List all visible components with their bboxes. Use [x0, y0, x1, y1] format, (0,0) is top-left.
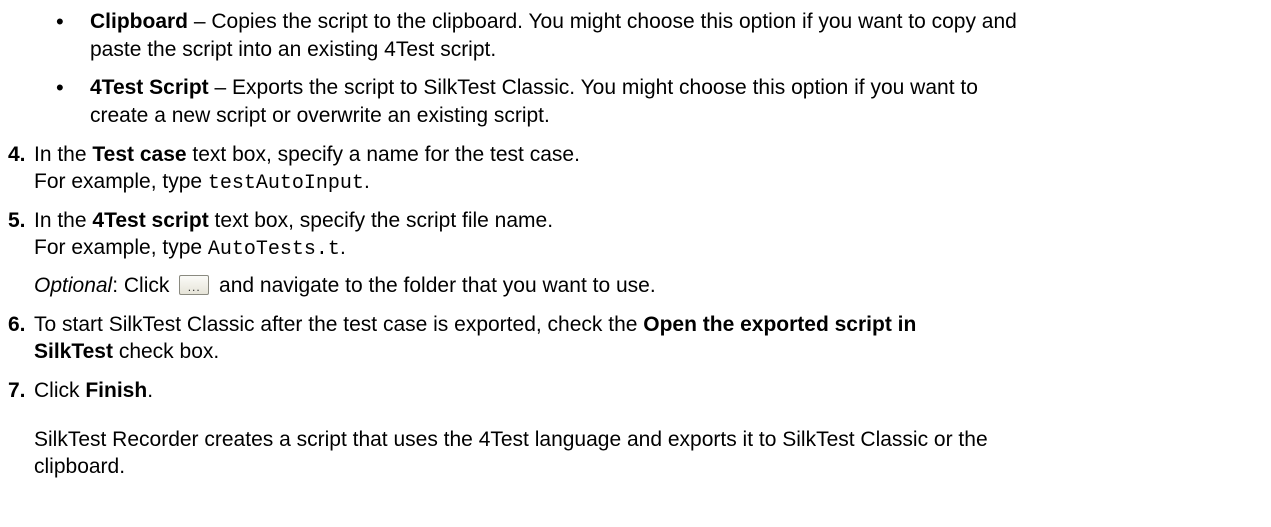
example-prefix: For example, type — [34, 170, 208, 193]
step-5-text-post: text box, specify the script file name. — [208, 209, 554, 232]
document-page: • Clipboard – Copies the script to the c… — [0, 0, 1271, 527]
step-5-text-pre: In the — [34, 209, 93, 232]
step-7-text-pre: Click — [34, 379, 86, 402]
step-4-example: For example, type testAutoInput. — [34, 168, 1254, 197]
optional-label: Optional — [34, 274, 113, 297]
step-6-text-post: check box. — [112, 340, 220, 363]
result-line-2: clipboard. — [34, 455, 126, 478]
step-5-optional: Optional: Click ... and navigate to the … — [34, 272, 1254, 299]
finish-label: Finish — [85, 379, 148, 402]
example-suffix: . — [339, 236, 346, 259]
result-line-1: SilkTest Recorder creates a script that … — [34, 428, 988, 451]
optional-text-pre: : Click — [112, 274, 176, 297]
step-number: 5. — [8, 209, 26, 232]
4test-script-description: – Exports the script to SilkTest Classic… — [208, 76, 978, 99]
optional-text-post: and navigate to the folder that you want… — [213, 274, 656, 297]
silktest-label: SilkTest — [34, 340, 113, 363]
test-case-label: Test case — [92, 143, 187, 166]
4test-script-label: 4Test script — [92, 209, 209, 232]
step-number: 4. — [8, 143, 26, 166]
example-suffix: . — [363, 170, 370, 193]
browse-button-icon: ... — [179, 275, 210, 295]
browse-button-dots: ... — [187, 280, 201, 294]
step-4-text-post: text box, specify a name for the test ca… — [186, 143, 580, 166]
open-exported-script-label: Open the exported script in — [643, 313, 917, 336]
step-7-text-post: . — [147, 379, 154, 402]
term-clipboard: Clipboard — [90, 10, 188, 33]
bullet-marker: • — [56, 9, 64, 34]
term-4test-script: 4Test Script — [90, 76, 209, 99]
clipboard-description-cont: paste the script into an existing 4Test … — [90, 38, 497, 61]
step-5-example: For example, type AutoTests.t. — [34, 234, 1254, 263]
step-6-text-pre: To start SilkTest Classic after the test… — [34, 313, 644, 336]
code-script-file-name: AutoTests.t — [207, 238, 340, 261]
step-number: 6. — [8, 313, 26, 336]
4test-script-description-cont: create a new script or overwrite an exis… — [90, 104, 550, 127]
code-test-case-name: testAutoInput — [207, 172, 364, 195]
example-prefix: For example, type — [34, 236, 208, 259]
clipboard-description: – Copies the script to the clipboard. Yo… — [188, 10, 1017, 33]
step-4-text-pre: In the — [34, 143, 93, 166]
bullet-marker: • — [56, 75, 64, 100]
step-number: 7. — [8, 379, 26, 402]
